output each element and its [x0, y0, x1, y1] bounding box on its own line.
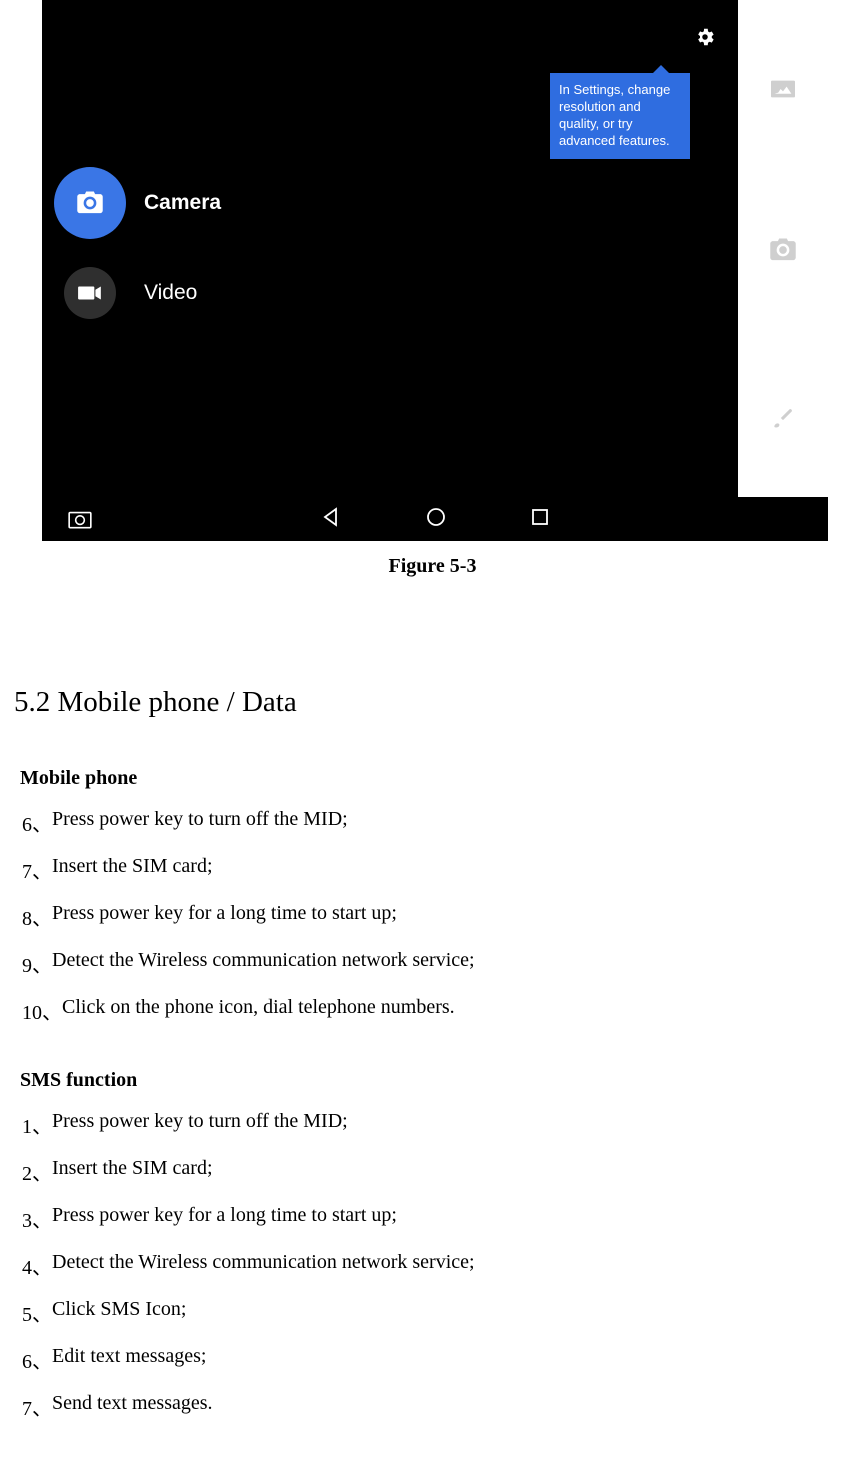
page: In Settings, change resolution and quali…	[0, 0, 865, 1421]
android-screenshot: In Settings, change resolution and quali…	[42, 0, 828, 541]
mobile-phone-heading: Mobile phone	[20, 767, 865, 790]
sms-function-heading: SMS function	[20, 1069, 865, 1092]
mode-camera-row[interactable]: Camera	[54, 167, 221, 239]
list-item: 6、Press power key to turn off the MID;	[22, 808, 865, 837]
figure-caption: Figure 5-3	[0, 555, 865, 578]
nav-back-icon[interactable]	[321, 507, 341, 532]
settings-tooltip: In Settings, change resolution and quali…	[550, 73, 690, 159]
list-item: 7、Insert the SIM card;	[22, 855, 865, 884]
screenshot-inner: In Settings, change resolution and quali…	[42, 0, 828, 497]
mobile-phone-list: 6、Press power key to turn off the MID; 7…	[22, 808, 865, 1025]
list-item: 5、Click SMS Icon;	[22, 1298, 865, 1327]
android-navbar	[42, 497, 828, 541]
effects-brush-icon[interactable]	[768, 405, 798, 431]
list-item: 7、Send text messages.	[22, 1392, 865, 1421]
settings-gear-icon[interactable]	[694, 26, 716, 53]
list-item: 6、Edit text messages;	[22, 1345, 865, 1374]
right-sidebar	[738, 0, 828, 497]
list-item: 10、Click on the phone icon, dial telepho…	[22, 996, 865, 1025]
sms-function-list: 1、Press power key to turn off the MID; 2…	[22, 1110, 865, 1421]
list-item: 3、Press power key for a long time to sta…	[22, 1204, 865, 1233]
camera-mode-label: Camera	[144, 191, 221, 215]
camera-mode-icon	[54, 167, 126, 239]
nav-buttons	[321, 507, 549, 532]
list-item: 4、Detect the Wireless communication netw…	[22, 1251, 865, 1280]
list-item: 9、Detect the Wireless communication netw…	[22, 949, 865, 978]
nav-camera-icon[interactable]	[67, 509, 93, 529]
list-item: 2、Insert the SIM card;	[22, 1157, 865, 1186]
nav-recent-icon[interactable]	[531, 508, 549, 531]
list-item: 1、Press power key to turn off the MID;	[22, 1110, 865, 1139]
mode-video-row[interactable]: Video	[54, 267, 197, 319]
figure-wrapper: In Settings, change resolution and quali…	[0, 0, 865, 541]
list-item: 8、Press power key for a long time to sta…	[22, 902, 865, 931]
shutter-icon[interactable]	[767, 236, 799, 264]
video-mode-icon	[64, 267, 116, 319]
section-heading: 5.2 Mobile phone / Data	[14, 686, 865, 719]
nav-home-icon[interactable]	[426, 507, 446, 532]
gallery-switch-icon[interactable]	[768, 77, 798, 101]
video-mode-label: Video	[144, 281, 197, 305]
